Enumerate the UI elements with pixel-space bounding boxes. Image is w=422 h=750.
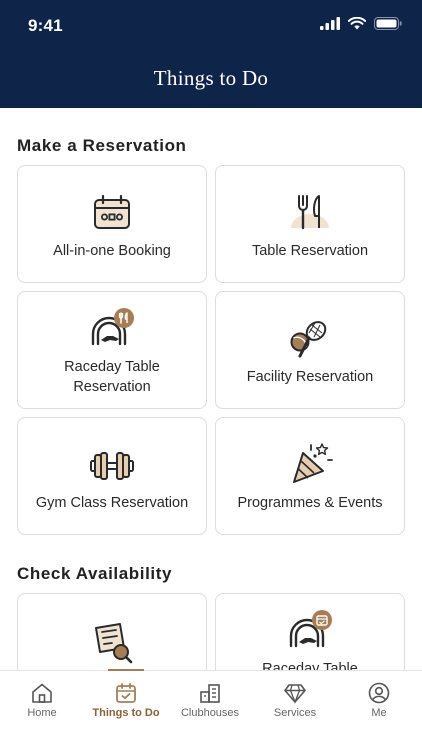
tab-clubhouses[interactable]: Clubhouses — [168, 671, 252, 750]
content-scroll[interactable]: Make a Reservation All-in-one Booking Ta… — [0, 108, 422, 670]
status-icons — [320, 17, 402, 30]
fork-knife-icon — [286, 195, 334, 236]
card-label: Facility Reservation — [246, 369, 374, 385]
status-time: 9:41 — [28, 16, 63, 35]
home-icon — [32, 683, 52, 703]
calendar-check-icon — [116, 683, 136, 703]
card-label: Programmes & Events — [237, 495, 383, 511]
tab-home[interactable]: Home — [0, 671, 84, 750]
card-raceday-table-reservation[interactable]: Raceday Table Reservation — [17, 291, 207, 409]
tab-label: Things to Do — [92, 707, 160, 719]
section-title-reservation: Make a Reservation — [17, 136, 187, 155]
card-label: Gym Class Reservation — [35, 495, 189, 511]
card-label: Raceday Table — [262, 661, 358, 670]
card-all-in-one-booking[interactable]: All-in-one Booking — [17, 165, 207, 283]
card-label: All-in-one Booking — [53, 243, 171, 259]
dumbbell-icon — [90, 452, 134, 480]
tab-label: Services — [273, 707, 317, 719]
card-label: Table Reservation — [251, 243, 369, 259]
card-facility-reservation[interactable]: Facility Reservation — [215, 291, 405, 409]
racket-ball-icon — [290, 321, 327, 358]
card-label: Raceday Table Reservation — [64, 359, 160, 395]
page-title: Things to Do — [153, 66, 269, 90]
card-table-reservation[interactable]: Table Reservation — [215, 165, 405, 283]
tab-bar: Home Things to Do Clubhouses Services Me — [0, 669, 422, 750]
building-icon — [200, 684, 220, 703]
tab-label: Me — [371, 707, 387, 719]
card-gym-class-reservation[interactable]: Gym Class Reservation — [17, 417, 207, 535]
user-icon — [368, 682, 390, 704]
tab-services[interactable]: Services — [253, 671, 337, 750]
wifi-icon — [348, 17, 366, 30]
status-bar: 9:41 — [0, 0, 422, 52]
tab-me[interactable]: Me — [337, 671, 421, 750]
calendar-booking-icon — [94, 194, 130, 229]
diamond-icon — [284, 684, 306, 704]
signal-icon — [320, 17, 340, 30]
racecourse-dining-icon — [91, 308, 134, 346]
card-check-availability-document[interactable] — [17, 593, 207, 670]
racecourse-calendar-icon — [289, 610, 332, 648]
card-programmes-events[interactable]: Programmes & Events — [215, 417, 405, 535]
battery-icon — [374, 17, 402, 30]
card-check-raceday-table[interactable]: Raceday Table — [215, 593, 405, 670]
tab-things-to-do[interactable]: Things to Do — [84, 671, 168, 750]
tab-label: Home — [27, 707, 57, 719]
header: 9:41 Things to Do — [0, 0, 422, 108]
document-search-icon — [95, 623, 133, 664]
section-title-availability: Check Availability — [17, 564, 173, 583]
party-popper-icon — [293, 443, 333, 483]
tab-label: Clubhouses — [180, 707, 240, 719]
